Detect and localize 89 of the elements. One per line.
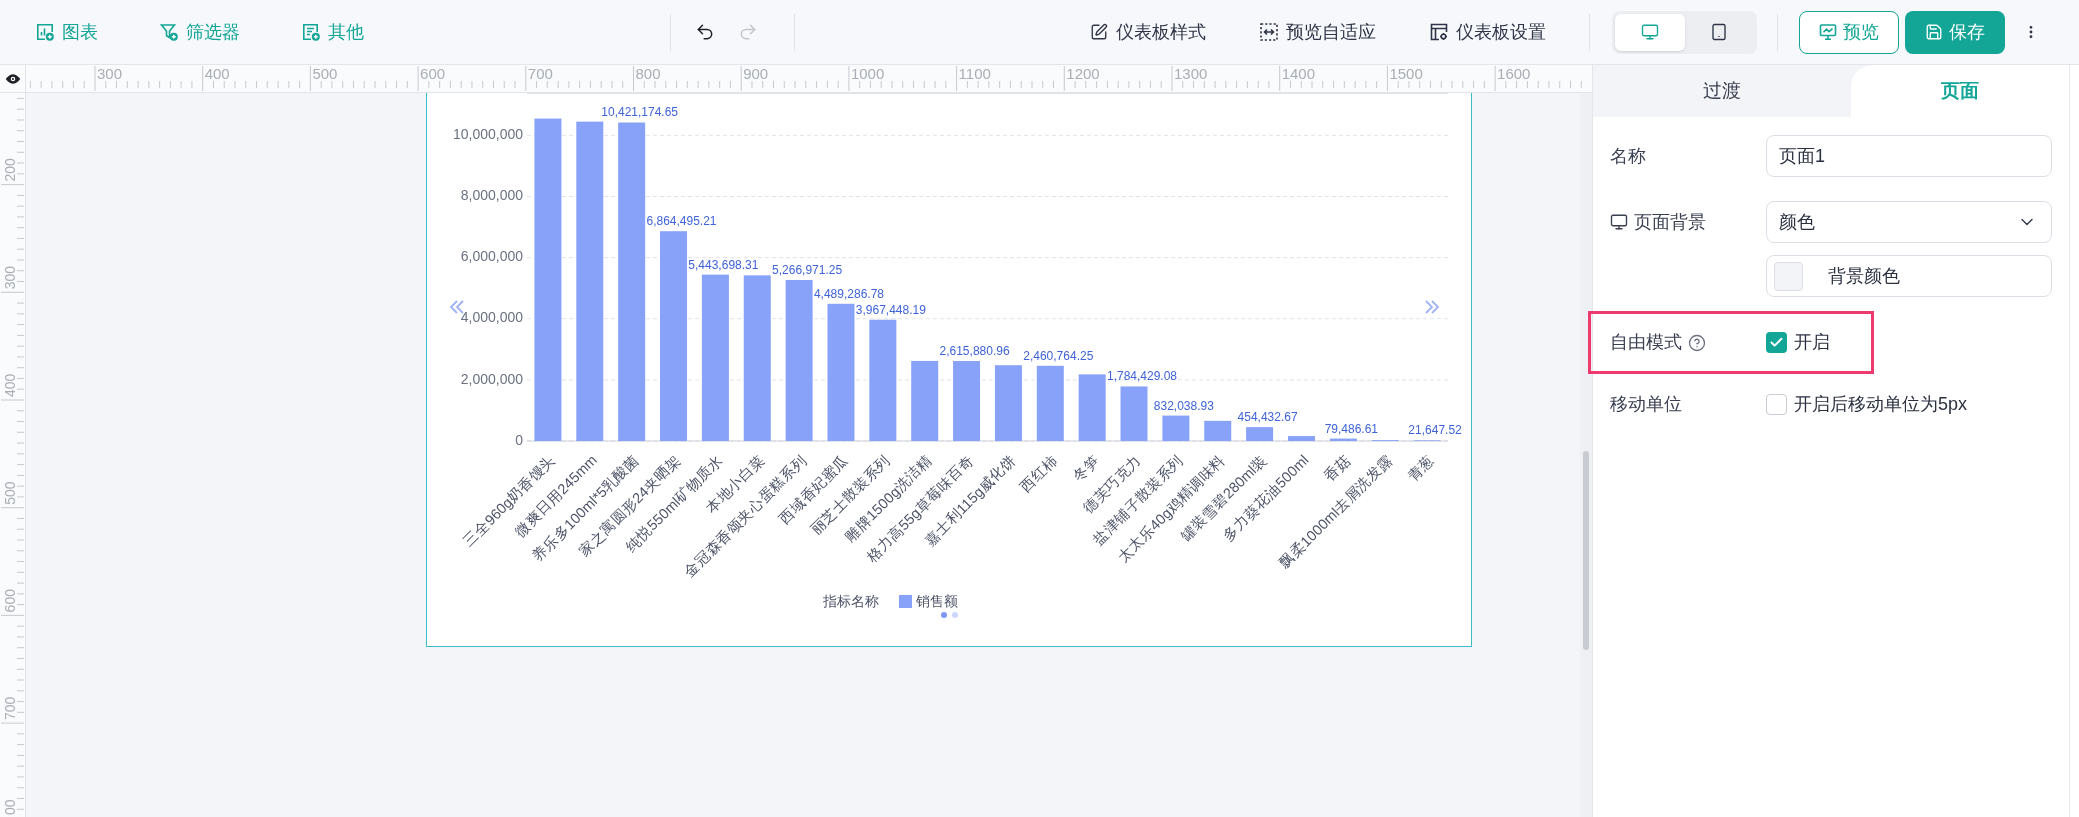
bar [1329, 438, 1357, 441]
ruler-label: 700 [2, 696, 18, 721]
legend-title: 指标名称 [823, 592, 879, 610]
axis-tick-label: 8,000,000 [460, 187, 523, 204]
chart-add-icon [36, 23, 54, 41]
bar-value-label: 6,864,495.21 [646, 214, 717, 229]
axis-tick-label: 0 [515, 431, 523, 448]
monitor-chart-icon [1819, 23, 1837, 41]
ruler-label: 1600 [1497, 65, 1531, 82]
color-field[interactable]: 背景颜色 [1766, 255, 2052, 297]
field-label: 名称 [1610, 144, 1646, 168]
ruler-label: 300 [2, 265, 18, 290]
axis-tick-label: 2,000,000 [460, 370, 523, 387]
chevrons-left-icon[interactable] [449, 300, 464, 314]
legend-label[interactable]: 销售额 [916, 592, 958, 610]
ruler-label: 500 [2, 481, 18, 505]
bar [1246, 427, 1274, 441]
ruler-label: 900 [743, 65, 769, 82]
bar-value-label: 21,647.52 [1408, 423, 1462, 438]
bar [1078, 374, 1106, 441]
field-label: 自由模式 [1610, 331, 1682, 354]
toolbar-button[interactable]: 预览自适应 [1254, 14, 1382, 50]
ruler-label: 1000 [850, 65, 885, 82]
ruler-label: 300 [97, 65, 123, 82]
bar [1162, 415, 1190, 441]
ruler-label: 200 [2, 158, 18, 182]
toolbar-button[interactable]: 仪表板设置 [1424, 14, 1552, 50]
ruler-label: 700 [527, 65, 553, 82]
monitor-icon [1640, 23, 1659, 41]
checkbox-option[interactable]: 开启后移动单位为5px [1766, 390, 1968, 418]
bar-value-label: 2,615,880.96 [939, 344, 1010, 359]
ruler-label: 1500 [1389, 65, 1423, 82]
color-swatch-icon[interactable] [1774, 261, 1803, 291]
save-icon [1925, 23, 1943, 41]
bar [1204, 420, 1232, 441]
axis-tick-label: 4,000,000 [460, 309, 523, 326]
square-pen-icon [1090, 23, 1108, 41]
legend-swatch-icon[interactable] [899, 594, 912, 608]
ruler-label: 600 [2, 589, 18, 613]
ruler-label: 400 [204, 65, 230, 82]
toolbar-button[interactable]: 仪表板样式 [1084, 14, 1212, 50]
category-label: 香菇 [1320, 451, 1354, 485]
bar-value-label: 5,266,971.25 [772, 263, 843, 278]
undo-icon [695, 22, 715, 42]
chevrons-right-icon[interactable] [1425, 300, 1440, 314]
bar-value-label: 3,967,448.19 [855, 302, 926, 317]
ruler-label: 400 [2, 373, 18, 397]
monitor-icon [1610, 213, 1628, 231]
ruler-label: 00 [2, 799, 18, 815]
bar-value-label: 5,443,698.31 [688, 257, 759, 272]
scrollbar-thumb[interactable] [1583, 451, 1589, 650]
category-label: 冬笋 [1069, 451, 1103, 485]
checkbox[interactable] [1766, 332, 1787, 353]
filter-add-icon [160, 23, 178, 41]
eye-icon[interactable] [4, 72, 21, 85]
document-add-icon [302, 23, 320, 41]
select-field[interactable]: 颜色 [1766, 201, 2052, 243]
bar [1288, 436, 1315, 441]
bar-value-label: 1,784,429.08 [1107, 369, 1178, 384]
dashed-frame-arrows-icon [1260, 23, 1278, 41]
ruler-label: 1200 [1066, 65, 1100, 82]
ruler-label: 500 [312, 65, 338, 82]
bar-value-label: 10,421,174.65 [601, 105, 679, 120]
bar-value-label: 79,486.61 [1324, 421, 1379, 436]
bar-value-label: 2,460,764.25 [1023, 348, 1094, 363]
tablet-icon [1710, 23, 1729, 41]
ruler-label: 1300 [1174, 65, 1208, 82]
ruler-label: 1100 [958, 65, 991, 82]
redo-icon [738, 22, 758, 42]
checkbox-option[interactable]: 开启 [1766, 329, 1830, 356]
field-label: 页面背景 [1634, 210, 1706, 234]
bar [1120, 386, 1148, 441]
field-label: 移动单位 [1610, 392, 1682, 416]
ruler-label: 800 [635, 65, 661, 82]
help-icon[interactable] [1688, 333, 1706, 352]
bar-value-label: 4,489,286.78 [813, 286, 884, 301]
check-icon [1769, 335, 1784, 350]
layout-gear-icon [1430, 23, 1448, 41]
axis-tick-label: 6,000,000 [460, 248, 523, 265]
bar-value-label: 454,432.67 [1237, 410, 1298, 425]
device-mode-tab[interactable] [1615, 13, 1685, 51]
ruler-label: 1400 [1281, 65, 1316, 82]
category-label: 西红柿 [1017, 451, 1061, 495]
category-label: 青葱 [1404, 451, 1438, 485]
ruler-label: 600 [420, 65, 446, 82]
axis-tick-label: 10,000,000 [452, 126, 523, 143]
bar-value-label: 832,038.93 [1153, 398, 1214, 413]
text-input[interactable]: 页面1 [1766, 135, 2052, 177]
checkbox[interactable] [1766, 393, 1787, 415]
